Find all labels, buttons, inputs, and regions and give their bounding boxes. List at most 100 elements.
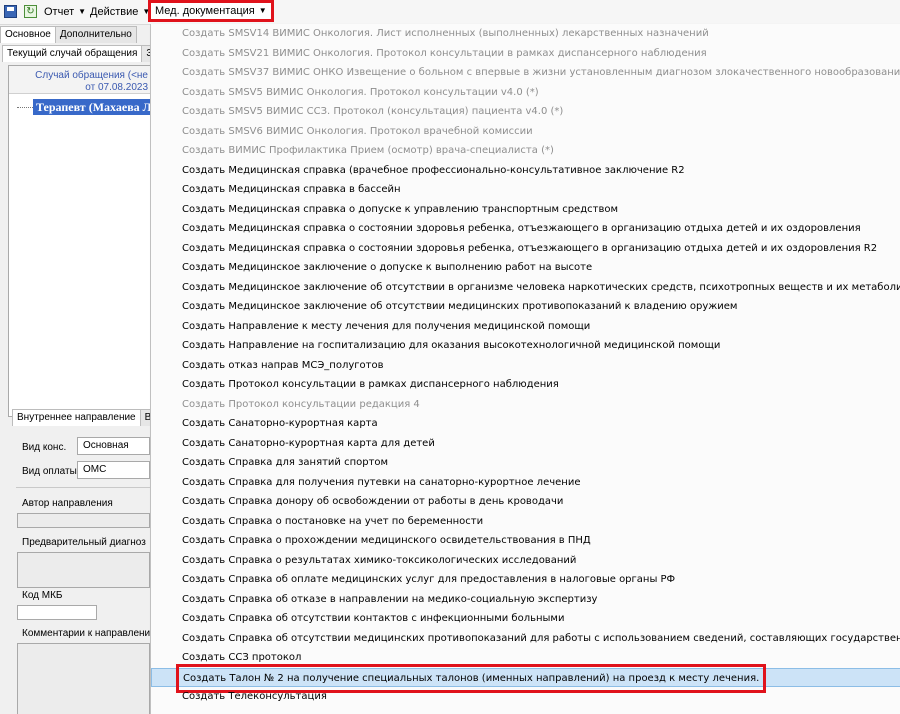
menu-item-label: Создать Медицинское заключение об отсутс… (182, 281, 900, 293)
menu-item[interactable]: Создать ССЗ протокол (151, 648, 900, 668)
menu-item-label: Создать Справка о прохождении медицинско… (182, 535, 591, 546)
tab-current-case[interactable]: Текущий случай обращения (2, 45, 143, 62)
refresh-icon[interactable]: ↻ (24, 5, 37, 18)
left-panel: Основное Дополнительно Текущий случай обр… (0, 25, 150, 714)
menu-item[interactable]: Создать Протокол консультации в рамках д… (151, 375, 900, 395)
menu-item-label: Создать Телеконсультация (182, 691, 327, 702)
menu-item-label: Создать Справка об отказе в направлении … (182, 593, 598, 605)
menu-item[interactable]: Создать Справка об оплате медицинских ус… (151, 570, 900, 590)
menu-item[interactable]: Создать Справка об отсутствии медицински… (151, 629, 900, 649)
med-docs-menu[interactable]: Мед. документация ▼ (148, 0, 274, 22)
menu-item-label: Создать SMSV6 ВИМИС Онкология. Протокол … (182, 125, 533, 137)
menu-item[interactable]: Создать Направление на госпитализацию дл… (151, 336, 900, 356)
menu-item-label: Создать Направление на госпитализацию дл… (182, 340, 721, 351)
tab-main[interactable]: Основное (0, 26, 56, 43)
menu-item[interactable]: Создать Медицинская справка о состоянии … (151, 239, 900, 259)
case-header: Случай обращения (<не от 07.08.2023 (9, 66, 150, 94)
action-menu-label: Действие (90, 6, 139, 18)
menu-item[interactable]: Создать Справка о результатах химико-ток… (151, 551, 900, 571)
case-header-line2: от 07.08.2023 (85, 82, 148, 93)
menu-item[interactable]: Создать Санаторно-курортная карта (151, 414, 900, 434)
menu-item-label: Создать Медицинская справка о допуске к … (182, 203, 618, 215)
menu-item-label: Создать Справка об отсутствии медицински… (182, 632, 900, 644)
tab-next[interactable]: 3 (141, 45, 150, 62)
comments-label: Комментарии к направлени (22, 628, 150, 639)
menu-item-label: Создать Справка о постановке на учет по … (182, 515, 484, 527)
menu-item[interactable]: Создать Справка донору об освобождении о… (151, 492, 900, 512)
tab-internal-referral[interactable]: Внутреннее направление (12, 409, 141, 426)
menu-item-label: Создать Медицинское заключение о допуске… (182, 262, 593, 273)
menu-item[interactable]: Создать Медицинское заключение об отсутс… (151, 297, 900, 317)
menu-item[interactable]: Создать Медицинское заключение об отсутс… (151, 278, 900, 298)
action-menu[interactable]: Действие ▼ (90, 4, 150, 20)
mkb-label: Код МКБ (22, 590, 63, 601)
menu-item-label: Создать Медицинская справка (врачебное п… (182, 164, 685, 176)
case-header-line1: Случай обращения (<не (35, 70, 148, 81)
chevron-down-icon: ▼ (78, 7, 87, 17)
menu-item[interactable]: Создать Справка для занятий спортом (151, 453, 900, 473)
case-tabs: Текущий случай обращения 3 (2, 45, 150, 63)
menu-item-label: Создать Направление к месту лечения для … (182, 320, 591, 332)
menu-item-label: Создать Медицинская справка о состоянии … (182, 223, 861, 234)
referral-tabs: Внутреннее направлениеВн (12, 409, 150, 427)
menu-item-label: Создать Справка донору об освобождении о… (182, 496, 564, 507)
case-tree: Случай обращения (<не от 07.08.2023 Тера… (8, 65, 150, 417)
menu-item[interactable]: Создать Талон № 2 на получение специальн… (151, 663, 900, 693)
menu-item[interactable]: Создать Справка о прохождении медицинско… (151, 531, 900, 551)
med-docs-menu-label: Мед. документация (155, 5, 255, 17)
menu-item-label: Создать SMSV5 ВИМИС ССЗ. Протокол (консу… (182, 106, 564, 117)
menubar: ↻ Отчет ▼ Действие ▼ Мед. документация ▼ (0, 0, 900, 25)
menu-item[interactable]: Создать Телеконсультация (151, 687, 900, 707)
menu-item-label: Создать SMSV14 ВИМИС Онкология. Лист исп… (182, 28, 709, 39)
menu-item[interactable]: Создать Направление к месту лечения для … (151, 317, 900, 337)
tab-additional[interactable]: Дополнительно (54, 26, 137, 43)
menu-item-label: Создать Справка для занятий спортом (182, 457, 389, 468)
kind-select[interactable]: Основная (77, 437, 150, 455)
tree-item[interactable]: Терапевт (Махаева Л.С. (11, 99, 150, 115)
menu-item[interactable]: Создать Медицинская справка (врачебное п… (151, 161, 900, 181)
menu-item[interactable]: Создать Медицинская справка в бассейн (151, 180, 900, 200)
menu-item-label: Создать Медицинская справка в бассейн (182, 184, 401, 195)
menu-item[interactable]: Создать Медицинская справка о допуске к … (151, 200, 900, 220)
menu-item-label: Создать Справка об оплате медицинских ус… (182, 574, 676, 585)
menu-item-label: Создать Протокол консультации в рамках д… (182, 379, 559, 390)
menu-item[interactable]: Создать Справка о постановке на учет по … (151, 512, 900, 532)
menu-item-label: Создать ВИМИС Профилактика Прием (осмотр… (182, 145, 554, 156)
prelim-diagnosis-field[interactable] (17, 552, 150, 588)
chevron-down-icon: ▼ (258, 6, 267, 16)
menu-item-label: Создать Справка о результатах химико-ток… (182, 554, 577, 566)
save-icon[interactable] (4, 5, 17, 18)
menu-item[interactable]: Создать Медицинская справка о состоянии … (151, 219, 900, 239)
pay-select[interactable]: ОМС (77, 461, 150, 479)
menu-item: Создать SMSV6 ВИМИС Онкология. Протокол … (151, 122, 900, 142)
menu-item-label: Создать Медицинское заключение об отсутс… (182, 301, 738, 312)
menu-item[interactable]: Создать отказ направ МСЭ_полуготов (151, 356, 900, 376)
divider (16, 487, 150, 488)
menu-item[interactable]: Создать Санаторно-курортная карта для де… (151, 434, 900, 454)
menu-item-label: Создать Протокол консультации редакция 4 (182, 398, 420, 410)
menu-item-label: Создать Справка об отсутствии контактов … (182, 613, 565, 624)
main-tabs: Основное Дополнительно (0, 26, 137, 44)
menu-item[interactable]: Создать Медицинское заключение о допуске… (151, 258, 900, 278)
menu-item-label: Создать ССЗ протокол (182, 652, 302, 663)
chevron-down-icon: ▼ (142, 7, 151, 17)
menu-item[interactable]: Создать Справка об отказе в направлении … (151, 590, 900, 610)
menu-item: Создать ВИМИС Профилактика Прием (осмотр… (151, 141, 900, 161)
menu-item-label: Создать отказ направ МСЭ_полуготов (182, 359, 384, 371)
menu-item[interactable]: Создать Справка об отсутствии контактов … (151, 609, 900, 629)
menu-item: Создать SMSV21 ВИМИС Онкология. Протокол… (151, 44, 900, 64)
mkb-field[interactable] (17, 605, 97, 620)
menu-item-label: Создать SMSV37 ВИМИС ОНКО Извещение о бо… (182, 67, 900, 78)
comments-field[interactable] (17, 643, 150, 714)
tree-item-selected: Терапевт (Махаева Л.С. (33, 99, 150, 115)
tab-external-referral[interactable]: Вн (139, 409, 150, 426)
menu-item-label: Создать Талон № 2 на получение специальн… (175, 663, 767, 693)
report-menu-label: Отчет (44, 6, 75, 18)
menu-item: Создать SMSV5 ВИМИС Онкология. Протокол … (151, 83, 900, 103)
menu-item[interactable]: Создать Справка для получения путевки на… (151, 473, 900, 493)
report-menu[interactable]: Отчет ▼ (44, 4, 86, 20)
menu-item-label: Создать Справка для получения путевки на… (182, 476, 581, 488)
menu-item-label: Создать SMSV5 ВИМИС Онкология. Протокол … (182, 86, 539, 98)
prelim-diagnosis-label: Предварительный диагноз (22, 537, 146, 548)
author-field[interactable] (17, 513, 150, 528)
